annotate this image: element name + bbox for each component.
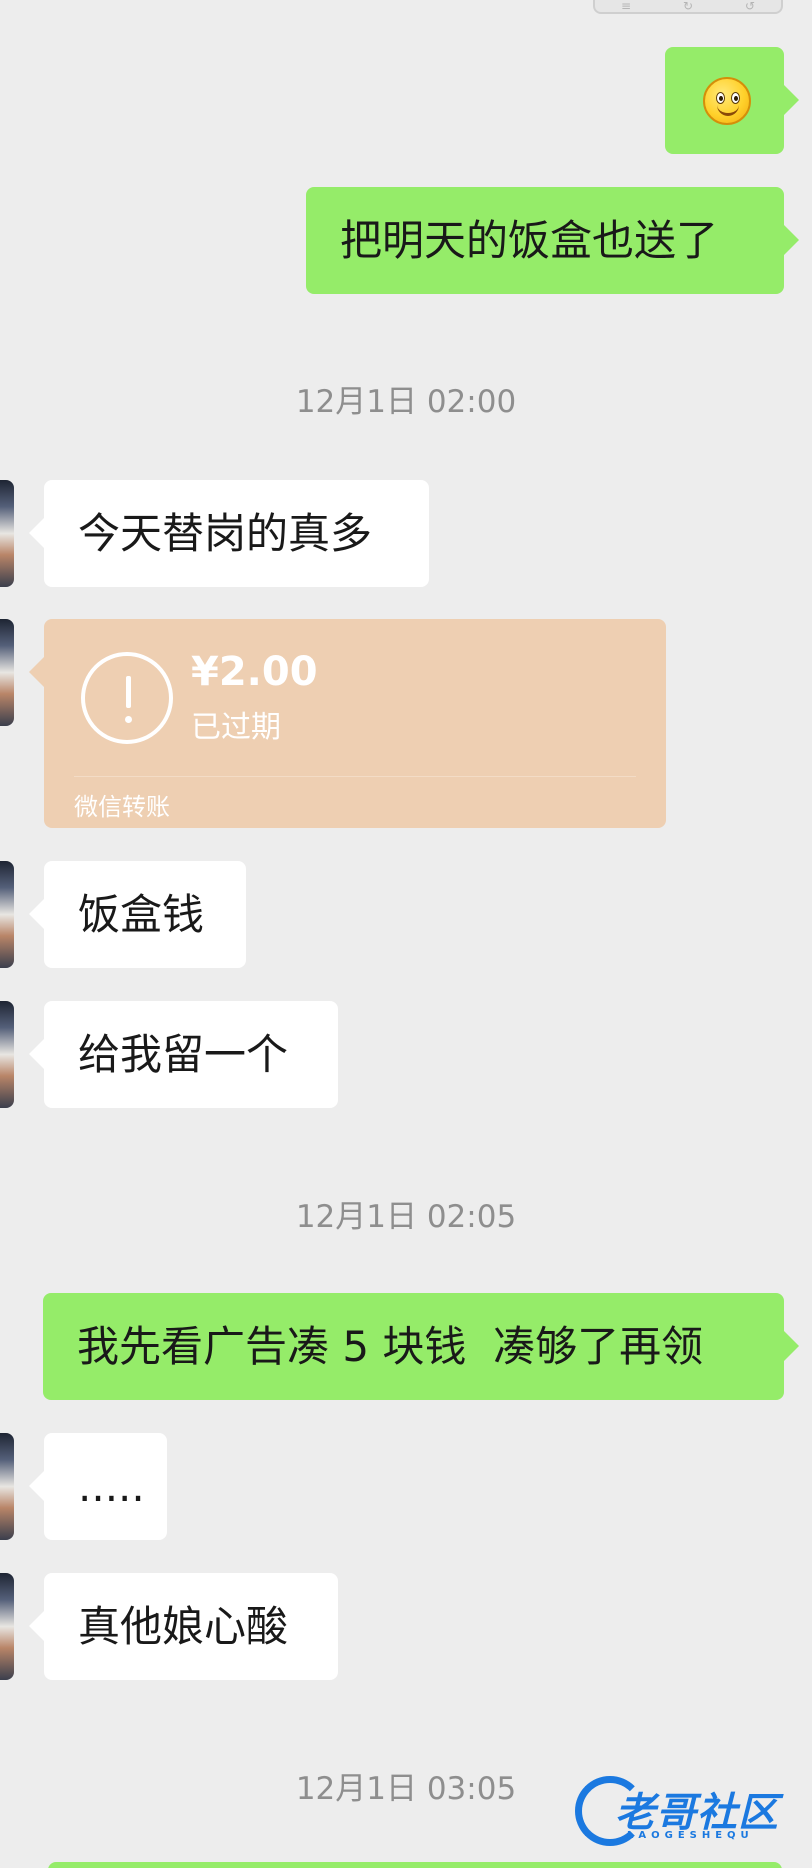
wechat-transfer-card[interactable]: ¥2.00 已过期 微信转账 — [29, 619, 666, 828]
message-sent[interactable]: 我先看广告凑 5 块钱 凑够了再领 — [43, 1293, 799, 1400]
smiley-face-icon — [703, 77, 751, 125]
transfer-amount: ¥2.00 — [191, 649, 318, 695]
message-received[interactable]: 今天替岗的真多 — [29, 480, 429, 587]
message-received[interactable]: 真他娘心酸 — [29, 1573, 338, 1680]
message-received[interactable]: ..... — [29, 1433, 167, 1540]
watermark-subtitle: LAOGESHEQU — [627, 1830, 754, 1841]
message-sent-emoji[interactable] — [665, 47, 799, 154]
message-text: 把明天的饭盒也送了 — [340, 216, 719, 265]
timestamp: 12月1日 02:05 — [295, 1199, 517, 1235]
chat-view: ≡ ↻ ↺ 把明天的饭盒也送了 12月1日 02:00 今天替岗的真多 ¥2.0… — [0, 0, 812, 1868]
divider — [74, 776, 636, 777]
top-toolbar[interactable]: ≡ ↻ ↺ — [593, 0, 783, 14]
message-text: 我先看广告凑 5 块钱 凑够了再领 — [77, 1322, 704, 1371]
message-text: ..... — [78, 1462, 145, 1511]
avatar[interactable] — [0, 861, 14, 968]
avatar[interactable] — [0, 1573, 14, 1680]
message-text: 给我留一个 — [78, 1030, 289, 1079]
timestamp: 12月1日 02:00 — [295, 384, 517, 420]
message-text: 真他娘心酸 — [78, 1602, 289, 1651]
toolbar-button-2[interactable]: ↻ — [683, 0, 693, 13]
message-text: 今天替岗的真多 — [78, 509, 373, 558]
transfer-source-label: 微信转账 — [74, 793, 170, 821]
message-sent-partial[interactable] — [48, 1862, 782, 1868]
avatar[interactable] — [0, 1001, 14, 1108]
message-received[interactable]: 给我留一个 — [29, 1001, 338, 1108]
avatar[interactable] — [0, 1433, 14, 1540]
avatar[interactable] — [0, 480, 14, 587]
toolbar-button-1[interactable]: ≡ — [621, 0, 631, 13]
message-text: 饭盒钱 — [78, 890, 205, 939]
watermark-logo: 老哥社区 LAOGESHEQU — [575, 1772, 795, 1850]
avatar[interactable] — [0, 619, 14, 726]
exclamation-icon — [81, 652, 173, 744]
toolbar-button-3[interactable]: ↺ — [745, 0, 755, 13]
message-received[interactable]: 饭盒钱 — [29, 861, 246, 968]
message-sent[interactable]: 把明天的饭盒也送了 — [306, 187, 799, 294]
transfer-status: 已过期 — [191, 710, 281, 745]
